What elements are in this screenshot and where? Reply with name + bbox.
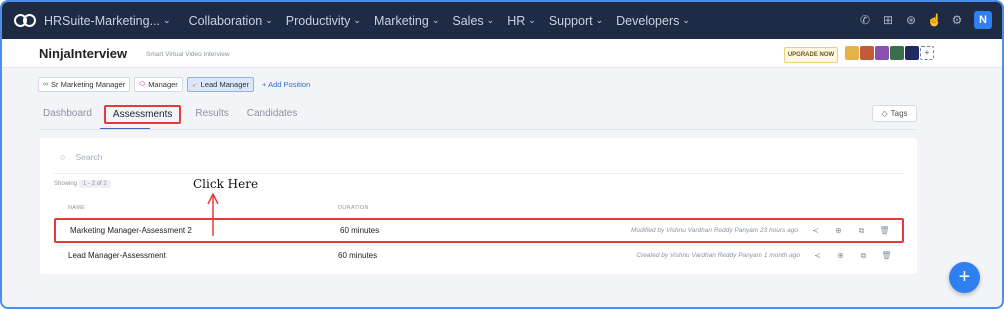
chevron-down-icon: ⌄ <box>528 15 536 25</box>
avatar[interactable] <box>890 46 904 60</box>
position-label: Lead Manager <box>200 80 250 89</box>
globe-icon[interactable]: ⊕ <box>835 251 846 261</box>
avatar[interactable] <box>845 46 859 60</box>
tab-dashboard[interactable]: Dashboard <box>39 105 96 124</box>
apps-grid-icon[interactable]: ⊞ <box>881 13 895 27</box>
share-icon[interactable]: ≺ <box>812 251 823 261</box>
showing-label: Showing <box>54 181 78 187</box>
position-label: Manager <box>148 80 178 89</box>
results-count: Showing 1 - 2 of 2 <box>54 180 111 188</box>
column-header-name: NAME <box>68 205 86 211</box>
thumbs-up-icon[interactable]: ☝ <box>927 13 942 27</box>
nav-marketing[interactable]: Marketing ⌄ <box>374 14 439 28</box>
chevron-down-icon: ⌄ <box>431 15 440 25</box>
position-sr-marketing-manager[interactable]: ∞ Sr Marketing Manager <box>38 77 131 92</box>
nav-developers[interactable]: Developers ⌄ <box>616 14 690 28</box>
nav-label: Sales <box>452 13 484 28</box>
assessment-name[interactable]: Lead Manager-Assessment <box>68 251 166 260</box>
tags-label: Tags <box>890 109 908 118</box>
tab-assessments[interactable]: Assessments <box>103 105 182 124</box>
annotation-arrow-icon <box>207 192 219 236</box>
tab-results[interactable]: Results <box>191 105 232 124</box>
tag-icon: ⬭ <box>139 80 146 88</box>
support-icon[interactable]: ⊛ <box>904 13 918 27</box>
search-bar[interactable]: ○ Search <box>60 152 102 162</box>
create-fab-button[interactable]: + <box>949 262 980 293</box>
user-avatar[interactable]: N <box>974 11 992 29</box>
phone-icon[interactable]: ✆ <box>858 13 872 27</box>
position-selector: ∞ Sr Marketing Manager ⬭ Manager ➶ Lead … <box>38 77 310 92</box>
upgrade-now-button[interactable]: UPGRADE NOW <box>784 47 838 63</box>
globe-icon[interactable]: ⊕ <box>833 226 844 236</box>
nav-label: Productivity <box>285 13 351 28</box>
nav-sales[interactable]: Sales ⌄ <box>452 14 494 28</box>
share-icon[interactable]: ≺ <box>810 226 821 236</box>
avatar[interactable] <box>860 46 874 60</box>
tags-button[interactable]: ◇ Tags <box>872 105 917 122</box>
click-here-annotation: Click Here <box>193 177 259 191</box>
position-label: Sr Marketing Manager <box>51 80 126 89</box>
team-avatars: + <box>845 46 934 60</box>
tag-icon: ◇ <box>881 109 888 118</box>
nav-label: Support <box>548 13 593 28</box>
assessment-duration: 60 minutes <box>340 226 380 235</box>
app-switcher[interactable]: HRSuite-Marketing... ⌄ <box>44 14 171 28</box>
nav-productivity[interactable]: Productivity ⌄ <box>286 14 361 28</box>
trash-icon[interactable]: 🗑 <box>881 251 892 261</box>
assessment-meta: Created by Vishnu Vardhan Reddy Panyam 1… <box>636 252 800 259</box>
nav-label: Marketing <box>373 13 429 28</box>
divider <box>54 173 904 174</box>
tab-bar: Dashboard Assessments Results Candidates <box>39 105 311 124</box>
assessment-meta: Modified by Vishnu Vardhan Reddy Panyam … <box>631 227 798 234</box>
app-subtitle: Smart Virtual Video Interview <box>146 51 230 58</box>
nav-support[interactable]: Support ⌄ <box>549 14 603 28</box>
nav-label: Collaboration <box>188 13 263 28</box>
search-icon: ○ <box>60 152 66 162</box>
add-user-icon[interactable]: + <box>920 46 934 60</box>
chevron-down-icon: ⌄ <box>486 15 495 25</box>
tab-candidates[interactable]: Candidates <box>243 105 302 124</box>
search-input[interactable]: Search <box>75 152 102 162</box>
position-manager[interactable]: ⬭ Manager <box>134 77 183 92</box>
assessment-name[interactable]: Marketing Manager-Assessment 2 <box>70 226 192 235</box>
chevron-down-icon: ⌄ <box>595 15 604 25</box>
showing-range: 1 - 2 of 2 <box>79 180 111 188</box>
tab-divider <box>39 129 916 130</box>
chevron-down-icon: ⌄ <box>265 15 273 25</box>
row-actions: ≺ ⊕ ⧉ 🗑 <box>798 226 890 236</box>
send-icon: ➶ <box>191 81 198 89</box>
table-row[interactable]: Lead Manager-Assessment 60 minutes Creat… <box>54 243 904 268</box>
zoho-logo-icon[interactable] <box>14 13 36 28</box>
copy-icon[interactable]: ⧉ <box>856 226 867 236</box>
nav-hr[interactable]: HR ⌄ <box>507 14 536 28</box>
top-navigation: HRSuite-Marketing... ⌄ Collaboration ⌄ Pr… <box>2 2 1002 39</box>
nav-label: HR <box>507 13 526 28</box>
gear-icon[interactable]: ⚙ <box>950 13 964 27</box>
add-position-link[interactable]: + Add Position <box>262 80 310 89</box>
app-header: NinjaInterview Smart Virtual Video Inter… <box>2 39 1002 68</box>
avatar[interactable] <box>905 46 919 60</box>
top-icons: ✆ ⊞ ⊛ ☝ ⚙ N <box>849 11 992 29</box>
assessment-duration: 60 minutes <box>338 251 378 260</box>
nav-label: Developers <box>616 13 680 28</box>
trash-icon[interactable]: 🗑 <box>879 226 890 236</box>
window-frame: HRSuite-Marketing... ⌄ Collaboration ⌄ Pr… <box>0 0 1004 309</box>
chevron-down-icon: ⌄ <box>353 15 361 25</box>
table-row[interactable]: Marketing Manager-Assessment 2 60 minute… <box>54 218 904 243</box>
app-title: NinjaInterview <box>39 46 128 61</box>
position-lead-manager[interactable]: ➶ Lead Manager <box>186 77 255 92</box>
row-actions: ≺ ⊕ ⧉ 🗑 <box>800 251 892 261</box>
column-header-duration: DURATION <box>338 205 369 211</box>
avatar[interactable] <box>875 46 889 60</box>
chevron-down-icon: ⌄ <box>682 15 690 25</box>
copy-icon[interactable]: ⧉ <box>858 251 869 261</box>
chevron-down-icon: ⌄ <box>163 15 171 25</box>
assessments-card: ○ Search Showing 1 - 2 of 2 NAME DURATIO… <box>40 138 917 274</box>
nav-collaboration[interactable]: Collaboration ⌄ <box>189 14 273 28</box>
app-switcher-label: HRSuite-Marketing... <box>44 13 161 28</box>
infinity-icon: ∞ <box>43 81 48 88</box>
